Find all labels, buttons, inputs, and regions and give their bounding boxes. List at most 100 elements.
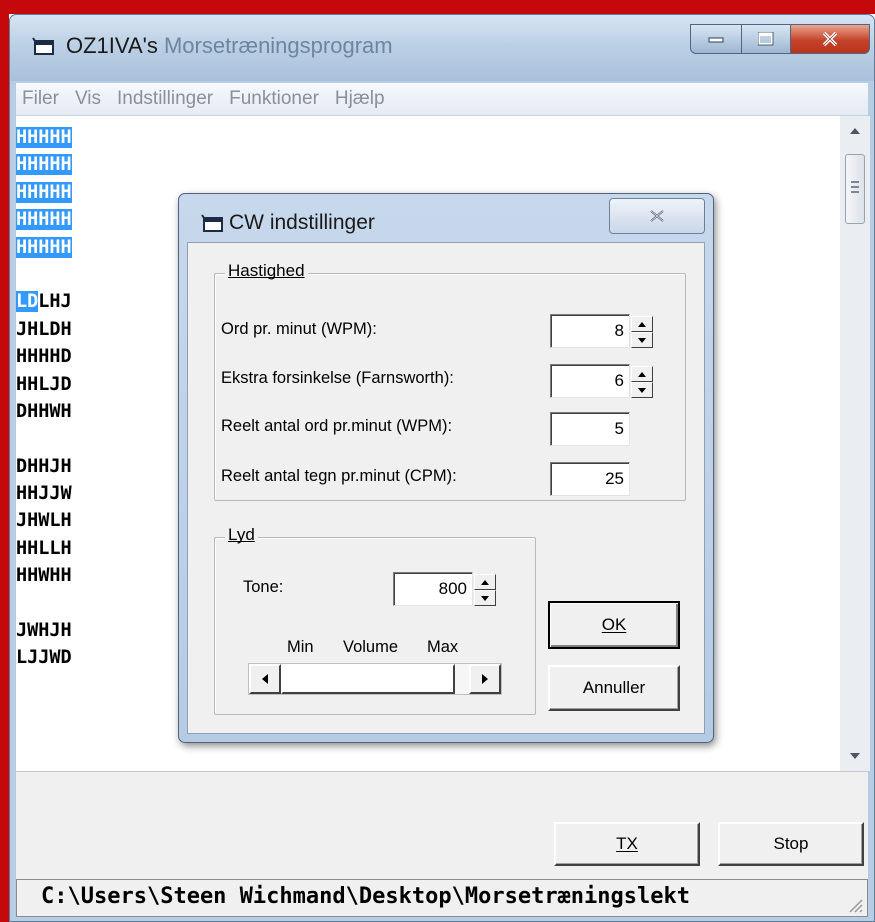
morse-line <box>16 261 156 288</box>
morse-line: HHJJW <box>16 483 72 505</box>
volume-slider-thumb[interactable] <box>281 664 455 694</box>
ok-button[interactable]: OK <box>548 601 680 649</box>
real-cpm-value: 25 <box>550 462 630 496</box>
arrow-down-icon <box>850 753 860 759</box>
morse-selected-text: HHHHH <box>16 154 72 176</box>
app-icon <box>32 37 54 55</box>
arrow-left-icon <box>262 674 268 684</box>
cancel-button[interactable]: Annuller <box>548 665 680 711</box>
background-strip <box>0 0 875 14</box>
speed-group-label: Hastighed <box>225 261 308 281</box>
morse-line <box>16 425 156 452</box>
window-title: OZ1IVA's Morsetræningsprogram <box>66 33 393 59</box>
morse-selected-text: LD <box>16 291 39 313</box>
real-wpm-value: 5 <box>550 412 630 446</box>
morse-line: JHLDH <box>16 318 72 340</box>
menu-bar: Filer Vis Indstillinger Funktioner Hjælp <box>16 83 868 116</box>
morse-line: HHLLH <box>16 537 72 559</box>
close-icon <box>650 210 664 222</box>
window-title-rest: Morsetræningsprogram <box>157 33 393 58</box>
background-strip-left <box>0 0 9 922</box>
morse-selected-text: HHHHH <box>16 181 72 203</box>
minimize-icon <box>708 37 724 43</box>
dialog-content: Hastighed Ord pr. minut (WPM): 8 Ekstra … <box>187 242 705 734</box>
scroll-up-button[interactable] <box>840 116 870 146</box>
tx-button-label: TX <box>616 834 638 853</box>
maximize-button[interactable] <box>741 24 791 54</box>
menu-vis[interactable]: Vis <box>75 88 101 110</box>
morse-line: DHHJH <box>16 455 72 477</box>
morse-line: DHHWH <box>16 400 72 422</box>
tx-button[interactable]: TX <box>554 822 700 866</box>
morse-line: HHLJD <box>16 373 72 395</box>
grip-icon <box>851 181 859 193</box>
farnsworth-spinner[interactable] <box>631 366 653 398</box>
morse-selected-text: HHHHH <box>16 209 72 231</box>
wpm-input[interactable]: 8 <box>550 314 630 348</box>
file-path: C:\Users\Steen Wichmand\Desktop\Morsetræ… <box>41 884 691 909</box>
arrow-up-icon <box>638 321 646 327</box>
morse-line: HHHHH <box>16 206 156 233</box>
vertical-scrollbar[interactable] <box>840 116 870 771</box>
cancel-button-label: Annuller <box>582 678 646 697</box>
morse-line: HHHHH <box>16 124 156 151</box>
minimize-button[interactable] <box>690 24 742 54</box>
menu-filer[interactable]: Filer <box>22 88 59 110</box>
maximize-icon <box>758 32 774 46</box>
scroll-down-button[interactable] <box>840 741 870 771</box>
morse-text: HHHHH HHHHH HHHHH HHHHH HHHHH LDLHJ JHLDH HHHHD… <box>16 124 156 672</box>
arrow-right-icon <box>482 674 488 684</box>
morse-line: JWHJH <box>16 620 72 642</box>
tone-spinner[interactable] <box>474 574 496 606</box>
volume-slider[interactable] <box>248 663 502 695</box>
morse-line: HHHHH <box>16 234 156 261</box>
arrow-down-icon <box>481 595 489 601</box>
menu-hjaelp[interactable]: Hjælp <box>335 88 385 110</box>
ok-button-label: OK <box>601 615 627 634</box>
tone-spin-down[interactable] <box>474 590 496 606</box>
stop-button-label: Stop <box>773 834 809 853</box>
morse-selected-text: HHHHH <box>16 127 72 148</box>
morse-line <box>16 590 156 617</box>
morse-selected-text: HHHHH <box>16 236 72 258</box>
farnsworth-spin-down[interactable] <box>631 382 653 398</box>
scroll-thumb[interactable] <box>845 154 865 224</box>
volume-label: Volume <box>343 638 399 656</box>
morse-line: HHWHH <box>16 565 72 587</box>
bottom-panel: TX Stop <box>16 771 868 880</box>
farnsworth-spin-up[interactable] <box>631 366 653 382</box>
sound-group-title: Lyd <box>228 525 255 544</box>
status-bar: C:\Users\Steen Wichmand\Desktop\Morsetræ… <box>16 879 868 917</box>
real-wpm-label: Reelt antal ord pr.minut (WPM): <box>221 417 453 435</box>
menu-funktioner[interactable]: Funktioner <box>229 88 319 110</box>
morse-line: HHHHD <box>16 346 72 368</box>
title-bar[interactable]: OZ1IVA's Morsetræningsprogram <box>10 15 874 81</box>
resize-grip-icon[interactable] <box>845 895 863 913</box>
wpm-spin-down[interactable] <box>631 332 653 348</box>
menu-indstillinger[interactable]: Indstillinger <box>117 88 213 110</box>
arrow-up-icon <box>481 579 489 585</box>
volume-max-label: Max <box>427 638 459 656</box>
farnsworth-input[interactable]: 6 <box>550 364 630 398</box>
window-title-main: OZ1IVA's <box>66 33 158 58</box>
close-icon <box>822 31 838 47</box>
wpm-label: Ord pr. minut (WPM): <box>221 320 377 338</box>
morse-line: LJJWD <box>16 647 72 669</box>
dialog-close-button[interactable] <box>609 198 705 234</box>
stop-button[interactable]: Stop <box>718 822 864 866</box>
speed-group: Hastighed Ord pr. minut (WPM): 8 Ekstra … <box>214 261 686 501</box>
dialog-app-icon <box>201 214 223 232</box>
real-cpm-label: Reelt antal tegn pr.minut (CPM): <box>221 467 457 485</box>
wpm-spinner[interactable] <box>631 316 653 348</box>
tone-input[interactable]: 800 <box>393 572 473 606</box>
speed-group-title: Hastighed <box>228 261 305 280</box>
tone-label: Tone: <box>243 578 284 596</box>
tone-spin-up[interactable] <box>474 574 496 590</box>
farnsworth-label: Ekstra forsinkelse (Farnsworth): <box>221 369 454 387</box>
sound-group-label: Lyd <box>225 525 258 545</box>
wpm-spin-up[interactable] <box>631 316 653 332</box>
volume-decrease-button[interactable] <box>249 664 281 694</box>
morse-line: HHHHH <box>16 151 156 178</box>
close-button[interactable] <box>790 24 870 54</box>
volume-increase-button[interactable] <box>469 664 501 694</box>
